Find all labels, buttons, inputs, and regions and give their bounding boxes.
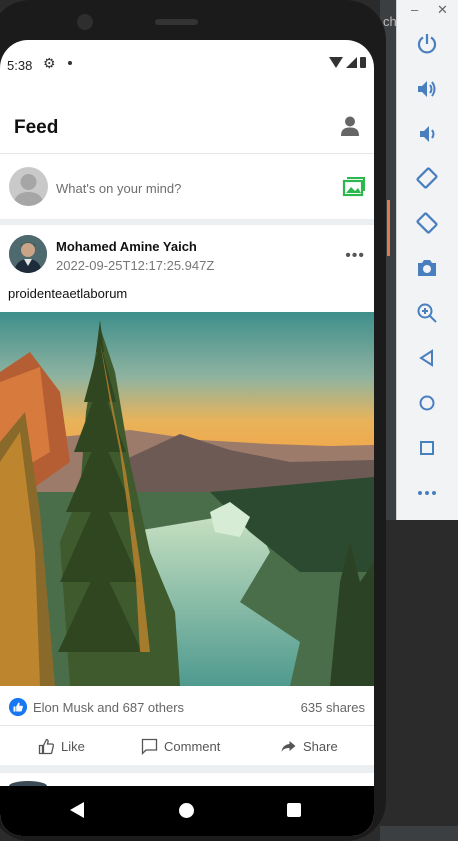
ide-fragment-text: ch: [383, 14, 397, 29]
photo-icon[interactable]: [342, 175, 365, 198]
phone-side-button: [387, 200, 390, 256]
comment-button[interactable]: Comment: [141, 735, 220, 757]
app-bar: Feed: [0, 88, 374, 154]
overview-icon[interactable]: [415, 436, 439, 460]
minimize-button[interactable]: –: [411, 2, 418, 17]
status-icons: [329, 57, 366, 68]
default-avatar-icon: [13, 174, 44, 206]
close-button[interactable]: ✕: [437, 2, 448, 18]
author-photo: [9, 235, 47, 273]
signal-icon: [346, 57, 357, 68]
reactions-bar: Elon Musk and 687 others 635 shares: [0, 690, 374, 726]
power-icon[interactable]: [415, 32, 439, 56]
battery-icon: [360, 57, 366, 68]
back-icon[interactable]: [415, 346, 439, 370]
composer-placeholder[interactable]: What's on your mind?: [56, 181, 181, 196]
like-badge-icon: [9, 698, 27, 716]
more-options-icon[interactable]: •••: [345, 247, 365, 265]
wifi-icon: [329, 57, 343, 68]
post-image[interactable]: [0, 312, 374, 686]
rotate-left-icon[interactable]: [415, 166, 439, 190]
author-avatar[interactable]: [9, 235, 47, 273]
section-divider: [0, 765, 374, 773]
speaker-grille: [155, 19, 198, 25]
ide-statusbar: [380, 826, 458, 841]
landscape-photo: [0, 312, 374, 686]
home-icon[interactable]: [415, 391, 439, 415]
front-camera: [77, 14, 93, 30]
volume-up-icon[interactable]: [415, 77, 439, 101]
emulator-toolbar: – ✕: [396, 0, 458, 520]
status-time: 5:38: [7, 58, 33, 73]
comment-label: Comment: [164, 738, 221, 754]
phone-frame: 5:38 ⚙ Feed What's on your mind? Mohamed…: [0, 0, 386, 841]
more-icon[interactable]: [415, 481, 439, 505]
profile-icon[interactable]: [339, 115, 361, 137]
post-header: Mohamed Amine Yaich 2022-09-25T12:17:25.…: [0, 226, 374, 278]
zoom-icon[interactable]: [415, 301, 439, 325]
volume-down-icon[interactable]: [415, 122, 439, 146]
share-icon: [281, 740, 296, 752]
back-icon[interactable]: [70, 802, 84, 818]
post-actions: Like Comment Share: [0, 727, 374, 765]
post-composer[interactable]: What's on your mind?: [0, 155, 374, 219]
share-label: Share: [303, 738, 338, 754]
notification-dot-icon: [68, 61, 72, 65]
like-label: Like: [61, 738, 85, 754]
rotate-right-icon[interactable]: [415, 211, 439, 235]
settings-icon: ⚙: [43, 55, 56, 71]
comment-icon: [141, 738, 158, 755]
like-button[interactable]: Like: [38, 735, 85, 757]
phone-screen: 5:38 ⚙ Feed What's on your mind? Mohamed…: [0, 40, 374, 836]
system-navbar: [0, 786, 374, 836]
page-title: Feed: [14, 117, 59, 138]
shares-count[interactable]: 635 shares: [301, 700, 365, 715]
home-icon[interactable]: [179, 803, 194, 818]
post-timestamp: 2022-09-25T12:17:25.947Z: [56, 258, 215, 273]
avatar: [9, 167, 48, 206]
reactions-summary[interactable]: Elon Musk and 687 others: [33, 700, 184, 715]
post-text: proidenteaetlaborum: [8, 286, 128, 301]
camera-icon[interactable]: [415, 256, 439, 280]
recents-icon[interactable]: [287, 803, 301, 817]
section-divider: [0, 219, 374, 225]
ide-editor-area: [380, 520, 458, 841]
thumbs-up-icon: [38, 738, 55, 754]
share-button[interactable]: Share: [280, 735, 338, 757]
status-bar: 5:38 ⚙: [0, 40, 374, 88]
post-author[interactable]: Mohamed Amine Yaich: [56, 239, 197, 254]
